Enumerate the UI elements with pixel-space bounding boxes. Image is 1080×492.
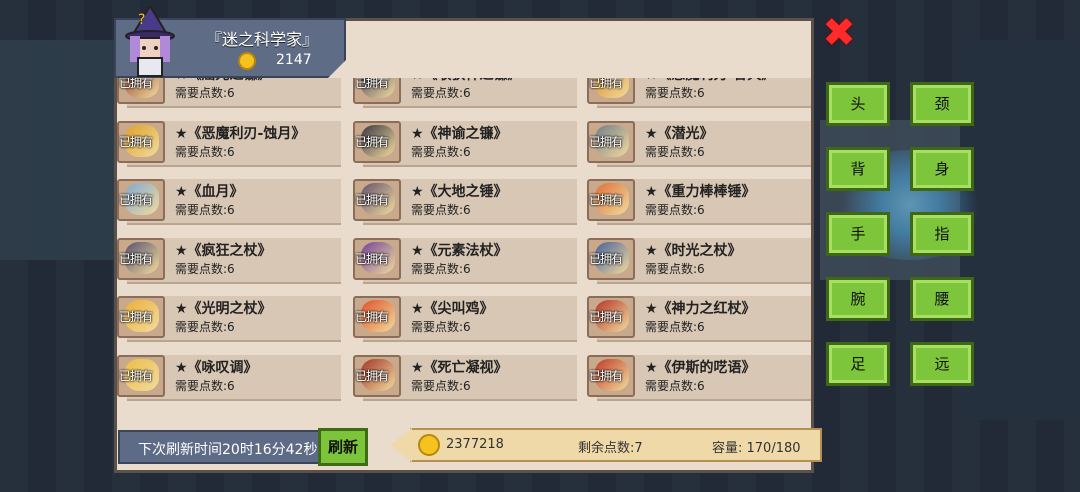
item-cost: 需要点数:6 (645, 320, 705, 334)
list-item[interactable]: 已拥有 ★《大地之锤》 需要点数:6 (353, 177, 577, 225)
list-item[interactable]: 已拥有 ★《神力之红杖》 需要点数:6 (587, 294, 811, 342)
slot-button[interactable]: 身 (910, 147, 974, 191)
item-name: ★《咏叹调》 (175, 359, 258, 376)
item-name: ★《尖叫鸡》 (411, 301, 494, 317)
list-item[interactable]: 已拥有★《恶魔利刃-吞天》需要点数:6 (587, 78, 811, 108)
refresh-button[interactable]: 刷新 (318, 428, 368, 466)
item-name: ★《元素法杖》 (411, 242, 508, 259)
item-name: ★《恶魔利刃-蚀月》 (175, 125, 306, 142)
item-cost: 需要点数:6 (175, 86, 235, 100)
owned-label: 已拥有 (355, 78, 389, 90)
slot-button[interactable]: 背 (826, 147, 890, 191)
item-name: ★《神谕之镰》 (411, 125, 508, 142)
list-item[interactable]: 已拥有 ★《死亡凝视》 需要点数:6 (353, 353, 577, 401)
item-cost: 需要点数:6 (645, 144, 705, 159)
item-cost: 需要点数:6 (411, 261, 471, 276)
item-name: ★《神力之红杖》 (645, 301, 756, 317)
player-card: ? 『迷之科学家』 2147 (114, 6, 346, 78)
list-item[interactable]: 已拥有 ★《尖叫鸡》 需要点数:6 (353, 294, 577, 342)
list-item[interactable]: 已拥有 ★《光明之杖》 需要点数:6 (117, 294, 341, 342)
item-cost: 需要点数:6 (175, 261, 235, 276)
owned-label: 已拥有 (355, 193, 389, 207)
item-cost: 需要点数:6 (175, 320, 235, 334)
item-name: ★《光明之杖》 (175, 301, 272, 317)
slot-button[interactable]: 远 (910, 342, 974, 386)
list-item[interactable]: 已拥有 ★《咏叹调》 需要点数:6 (117, 353, 341, 401)
status-bar: 2377218 剩余点数:7 容量: 170/180 (390, 428, 822, 462)
owned-label: 已拥有 (355, 310, 389, 324)
list-item[interactable]: 已拥有★《收获神之镰》需要点数:6 (353, 78, 577, 108)
list-item[interactable]: 已拥有 ★《重力棒棒锤》 需要点数:6 (587, 177, 811, 225)
item-cost: 需要点数:6 (411, 378, 471, 393)
owned-label: 已拥有 (119, 310, 153, 324)
item-cost: 需要点数:6 (411, 320, 471, 334)
item-name: ★《重力棒棒锤》 (645, 184, 756, 200)
item-name: ★《大地之锤》 (411, 184, 508, 200)
item-cost: 需要点数:6 (411, 86, 471, 100)
item-cost: 需要点数:6 (645, 378, 705, 393)
item-name: ★《伊斯的呓语》 (645, 359, 756, 376)
owned-label: 已拥有 (589, 134, 623, 149)
list-item[interactable]: 已拥有 ★《伊斯的呓语》 需要点数:6 (587, 353, 811, 401)
list-item[interactable]: 已拥有 ★《神谕之镰》 需要点数:6 (353, 119, 577, 167)
owned-label: 已拥有 (119, 134, 153, 149)
owned-label: 已拥有 (355, 251, 389, 266)
item-list[interactable]: 已拥有★《屈光之镰》需要点数:6已拥有★《收获神之镰》需要点数:6已拥有★《恶魔… (117, 78, 811, 416)
player-name: 『迷之科学家』 (206, 30, 319, 49)
slot-button[interactable]: 腰 (910, 277, 974, 321)
item-name: ★《血月》 (175, 184, 244, 200)
slot-button[interactable]: 指 (910, 212, 974, 256)
slot-button[interactable]: 腕 (826, 277, 890, 321)
list-item[interactable]: 已拥有★《屈光之镰》需要点数:6 (117, 78, 341, 108)
item-name: ★《疯狂之杖》 (175, 242, 272, 259)
item-name: ★《时光之杖》 (645, 242, 742, 259)
player-gold: 2147 (276, 52, 312, 68)
item-cost: 需要点数:6 (175, 378, 235, 393)
owned-label: 已拥有 (589, 78, 623, 90)
list-item[interactable]: 已拥有 ★《元素法杖》 需要点数:6 (353, 236, 577, 284)
owned-label: 已拥有 (589, 310, 623, 324)
remaining-points: 剩余点数:7 (578, 441, 643, 456)
item-cost: 需要点数:6 (175, 144, 235, 159)
item-name: ★《潜光》 (645, 125, 714, 142)
owned-label: 已拥有 (355, 368, 389, 383)
list-item[interactable]: 已拥有 ★《恶魔利刃-蚀月》 需要点数:6 (117, 119, 341, 167)
owned-label: 已拥有 (119, 368, 153, 383)
card-corner (328, 60, 346, 78)
owned-label: 已拥有 (589, 193, 623, 207)
owned-label: 已拥有 (589, 251, 623, 266)
owned-label: 已拥有 (119, 78, 153, 90)
slot-button[interactable]: 头 (826, 82, 890, 126)
svg-text:?: ? (138, 12, 145, 28)
wizard-avatar-icon: ? (125, 6, 175, 77)
gold-coin-icon (238, 52, 256, 70)
item-cost: 需要点数:6 (645, 203, 705, 217)
slot-button[interactable]: 颈 (910, 82, 974, 126)
owned-label: 已拥有 (355, 134, 389, 149)
item-cost: 需要点数:6 (645, 261, 705, 276)
item-name: ★《死亡凝视》 (411, 359, 508, 376)
owned-label: 已拥有 (119, 193, 153, 207)
money-value: 2377218 (446, 437, 504, 452)
status-arrow (390, 428, 412, 462)
item-cost: 需要点数:6 (175, 203, 235, 217)
capacity: 容量: 170/180 (712, 441, 801, 456)
list-item[interactable]: 已拥有 ★《潜光》需要点数:6 (587, 119, 811, 167)
owned-label: 已拥有 (119, 251, 153, 266)
slot-button[interactable]: 足 (826, 342, 890, 386)
item-cost: 需要点数:6 (645, 86, 705, 100)
slot-button[interactable]: 手 (826, 212, 890, 256)
owned-label: 已拥有 (589, 368, 623, 383)
item-cost: 需要点数:6 (411, 203, 471, 217)
list-item[interactable]: 已拥有 ★《血月》需要点数:6 (117, 177, 341, 225)
item-cost: 需要点数:6 (411, 144, 471, 159)
list-item[interactable]: 已拥有 ★《疯狂之杖》 需要点数:6 (117, 236, 341, 284)
list-item[interactable]: 已拥有 ★《时光之杖》 需要点数:6 (587, 236, 811, 284)
close-icon[interactable]: ✖ (820, 13, 858, 53)
refresh-timer: 下次刷新时间20时16分42秒 (118, 430, 328, 464)
money-coin-icon (418, 434, 440, 456)
